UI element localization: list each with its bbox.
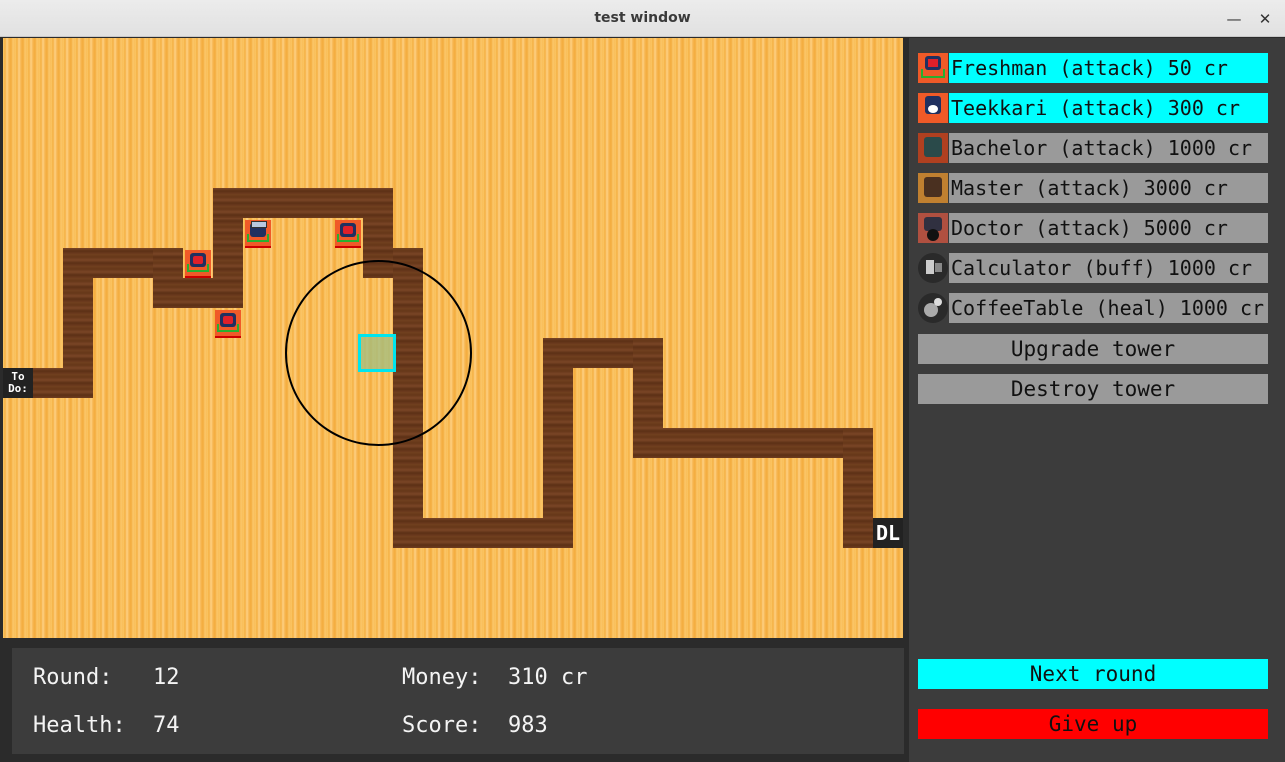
bachelor-icon (918, 133, 948, 163)
tower-shop-panel: Freshman (attack) 50 cr Teekkari (attack… (909, 38, 1285, 762)
shop-item-teekkari[interactable]: Teekkari (attack) 300 cr (918, 93, 1268, 123)
game-map[interactable]: To Do: DL (3, 38, 903, 638)
score-label: Score: (402, 713, 482, 738)
shop-item-bachelor[interactable]: Bachelor (attack) 1000 cr (918, 133, 1268, 163)
close-icon[interactable]: ✕ (1254, 8, 1276, 30)
status-bar: Round: 12 Health: 74 Money: 310 cr Score… (12, 648, 904, 754)
shop-item-calculator[interactable]: Calculator (buff) 1000 cr (918, 253, 1268, 283)
enemy-path (843, 428, 873, 548)
window-title: test window (594, 10, 691, 26)
upgrade-tower-button[interactable]: Upgrade tower (918, 334, 1268, 364)
coffee-table-icon (918, 293, 948, 323)
teekkari-tower[interactable] (245, 220, 271, 248)
shop-item-master[interactable]: Master (attack) 3000 cr (918, 173, 1268, 203)
round-label: Round: (33, 665, 113, 690)
minimize-icon[interactable]: — (1223, 8, 1245, 30)
health-label: Health: (33, 713, 126, 738)
money-label: Money: (402, 665, 482, 690)
freshman-icon (918, 53, 948, 83)
destroy-tower-button[interactable]: Destroy tower (918, 374, 1268, 404)
shop-item-label: CoffeeTable (heal) 1000 cr (949, 293, 1268, 323)
shop-item-label: Doctor (attack) 5000 cr (949, 213, 1268, 243)
enemy-path (633, 428, 873, 458)
todo-start-marker: To Do: (3, 368, 33, 398)
shop-item-label: Freshman (attack) 50 cr (949, 53, 1268, 83)
deadline-end-marker: DL (873, 518, 903, 548)
enemy-path (543, 338, 573, 548)
freshman-tower[interactable] (215, 310, 241, 338)
give-up-button[interactable]: Give up (918, 709, 1268, 739)
shop-item-freshman[interactable]: Freshman (attack) 50 cr (918, 53, 1268, 83)
shop-item-coffee-table[interactable]: CoffeeTable (heal) 1000 cr (918, 293, 1268, 323)
shop-item-label: Teekkari (attack) 300 cr (949, 93, 1268, 123)
window-titlebar[interactable]: test window — ✕ (0, 0, 1285, 37)
round-value: 12 (153, 665, 180, 690)
money-value: 310 cr (508, 665, 588, 690)
next-round-button[interactable]: Next round (918, 659, 1268, 689)
calculator-icon (918, 253, 948, 283)
shop-item-label: Master (attack) 3000 cr (949, 173, 1268, 203)
freshman-tower[interactable] (185, 250, 211, 278)
teekkari-icon (918, 93, 948, 123)
doctor-icon (918, 213, 948, 243)
master-icon (918, 173, 948, 203)
shop-item-label: Bachelor (attack) 1000 cr (949, 133, 1268, 163)
shop-item-doctor[interactable]: Doctor (attack) 5000 cr (918, 213, 1268, 243)
selected-tile-cursor[interactable] (358, 334, 396, 372)
score-value: 983 (508, 713, 548, 738)
health-value: 74 (153, 713, 180, 738)
freshman-tower[interactable] (335, 220, 361, 248)
shop-item-label: Calculator (buff) 1000 cr (949, 253, 1268, 283)
